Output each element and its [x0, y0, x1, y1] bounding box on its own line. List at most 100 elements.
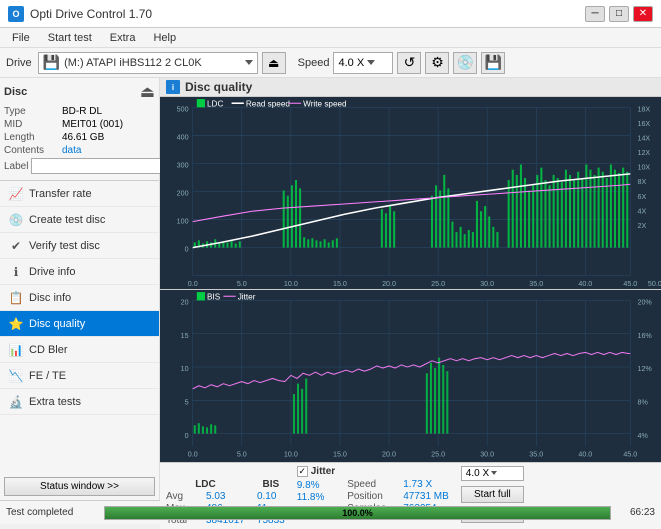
maximize-button[interactable]: □: [609, 6, 629, 22]
disc-eject-icon[interactable]: ⏏: [140, 82, 155, 102]
mid-val: MEIT01 (001): [62, 119, 123, 130]
nav-label-disc-info: Disc info: [29, 292, 71, 304]
title-bar: O Opti Drive Control 1.70 ─ □ ✕: [0, 0, 661, 28]
sidebar: Disc ⏏ Type BD-R DL MID MEIT01 (001) Len…: [0, 78, 160, 500]
menu-extra[interactable]: Extra: [102, 30, 144, 46]
save-button[interactable]: 💾: [481, 52, 505, 74]
contents-val: data: [62, 145, 81, 156]
svg-text:0.0: 0.0: [188, 279, 198, 288]
svg-text:Jitter: Jitter: [238, 292, 256, 301]
speed-dropdown-arrow: [367, 60, 375, 65]
label-input[interactable]: [31, 158, 169, 174]
svg-text:0.0: 0.0: [188, 450, 198, 459]
verify-test-disc-icon: ✔: [8, 239, 24, 253]
sidebar-item-extra-tests[interactable]: 🔬 Extra tests: [0, 389, 159, 415]
transfer-rate-icon: 📈: [8, 187, 24, 201]
svg-text:LDC: LDC: [207, 99, 223, 108]
disc-info-icon: 📋: [8, 291, 24, 305]
drive-dropdown-arrow: [245, 60, 253, 65]
svg-text:100: 100: [177, 217, 189, 226]
svg-text:40.0: 40.0: [578, 450, 592, 459]
nav-label-fe-te: FE / TE: [29, 370, 66, 382]
disc-button[interactable]: 💿: [453, 52, 477, 74]
status-text: Test completed: [6, 507, 96, 518]
fe-te-icon: 📉: [8, 369, 24, 383]
position-label: Position: [347, 491, 399, 502]
nav-items: 📈 Transfer rate 💿 Create test disc ✔ Ver…: [0, 181, 159, 473]
settings-button[interactable]: ⚙: [425, 52, 449, 74]
sidebar-item-disc-info[interactable]: 📋 Disc info: [0, 285, 159, 311]
nav-label-extra-tests: Extra tests: [29, 396, 81, 408]
chart-title-icon: i: [166, 80, 180, 94]
speed-label: Speed: [298, 57, 330, 69]
svg-text:5.0: 5.0: [237, 279, 247, 288]
svg-text:20: 20: [181, 298, 189, 307]
status-window-button[interactable]: Status window >>: [4, 477, 155, 496]
svg-text:35.0: 35.0: [529, 279, 543, 288]
jitter-avg: 9.8%: [297, 480, 320, 491]
menu-start-test[interactable]: Start test: [40, 30, 100, 46]
svg-text:200: 200: [177, 189, 189, 198]
svg-text:4%: 4%: [637, 431, 648, 440]
drive-name: (M:) ATAPI iHBS112 2 CL0K: [64, 57, 241, 69]
drive-info-icon: ℹ: [8, 265, 24, 279]
svg-text:Write speed: Write speed: [303, 99, 347, 108]
sidebar-item-drive-info[interactable]: ℹ Drive info: [0, 259, 159, 285]
top-chart: 500 400 300 200 100 0 18X 16X 14X 12X 10…: [160, 97, 661, 289]
svg-text:Read speed: Read speed: [246, 99, 290, 108]
drive-selector[interactable]: 💾 (M:) ATAPI iHBS112 2 CL0K: [38, 52, 258, 74]
extra-tests-icon: 🔬: [8, 395, 24, 409]
speed-label: Speed: [347, 479, 399, 490]
start-full-button[interactable]: Start full: [461, 486, 524, 503]
length-val: 46.61 GB: [62, 132, 104, 143]
refresh-button[interactable]: ↺: [397, 52, 421, 74]
charts-container: 500 400 300 200 100 0 18X 16X 14X 12X 10…: [160, 97, 661, 462]
svg-text:10.0: 10.0: [284, 279, 298, 288]
svg-text:20.0: 20.0: [382, 450, 396, 459]
eject-button[interactable]: ⏏: [262, 52, 286, 74]
svg-text:500: 500: [177, 104, 189, 113]
speed-selector[interactable]: 4.0 X: [333, 52, 393, 74]
menu-help[interactable]: Help: [145, 30, 184, 46]
svg-text:15.0: 15.0: [333, 279, 347, 288]
label-key: Label: [4, 161, 28, 172]
svg-text:45.0: 45.0: [623, 450, 637, 459]
speed-select-dropdown[interactable]: 4.0 X: [461, 466, 524, 481]
close-button[interactable]: ✕: [633, 6, 653, 22]
sidebar-item-transfer-rate[interactable]: 📈 Transfer rate: [0, 181, 159, 207]
window-controls: ─ □ ✕: [585, 6, 653, 22]
jitter-checkbox[interactable]: ✓: [297, 466, 308, 477]
ldc-header: LDC: [166, 479, 245, 490]
app-icon: O: [8, 6, 24, 22]
bis-header: BIS: [257, 479, 285, 490]
sidebar-item-create-test-disc[interactable]: 💿 Create test disc: [0, 207, 159, 233]
speed-select-arrow: [491, 471, 497, 475]
svg-text:35.0: 35.0: [529, 450, 543, 459]
create-test-disc-icon: 💿: [8, 213, 24, 227]
bottom-chart: 20 15 10 5 0 20% 16% 12% 8% 4% 0.0 5.0 1…: [160, 290, 661, 462]
drive-icon: 💾: [43, 54, 60, 71]
sidebar-item-disc-quality[interactable]: ⭐ Disc quality: [0, 311, 159, 337]
sidebar-item-fe-te[interactable]: 📉 FE / TE: [0, 363, 159, 389]
time-text: 66:23: [619, 507, 655, 518]
chart-title: Disc quality: [185, 80, 252, 94]
menu-file[interactable]: File: [4, 30, 38, 46]
sidebar-item-verify-test-disc[interactable]: ✔ Verify test disc: [0, 233, 159, 259]
svg-text:25.0: 25.0: [431, 279, 445, 288]
svg-text:20%: 20%: [637, 298, 652, 307]
minimize-button[interactable]: ─: [585, 6, 605, 22]
toolbar: Drive 💾 (M:) ATAPI iHBS112 2 CL0K ⏏ Spee…: [0, 48, 661, 78]
svg-text:10.0: 10.0: [284, 450, 298, 459]
speed-select-val: 4.0 X: [466, 468, 489, 479]
progress-bar: 100.0%: [104, 506, 611, 520]
sidebar-item-cd-bler[interactable]: 📊 CD Bler: [0, 337, 159, 363]
svg-text:50.0 GB: 50.0 GB: [648, 279, 661, 288]
bottom-chart-svg: 20 15 10 5 0 20% 16% 12% 8% 4% 0.0 5.0 1…: [160, 290, 661, 462]
nav-label-disc-quality: Disc quality: [29, 318, 85, 330]
nav-label-cd-bler: CD Bler: [29, 344, 68, 356]
svg-text:12X: 12X: [637, 148, 650, 157]
disc-quality-icon: ⭐: [8, 317, 24, 331]
nav-label-drive-info: Drive info: [29, 266, 75, 278]
svg-text:300: 300: [177, 161, 189, 170]
svg-text:15: 15: [181, 331, 189, 340]
